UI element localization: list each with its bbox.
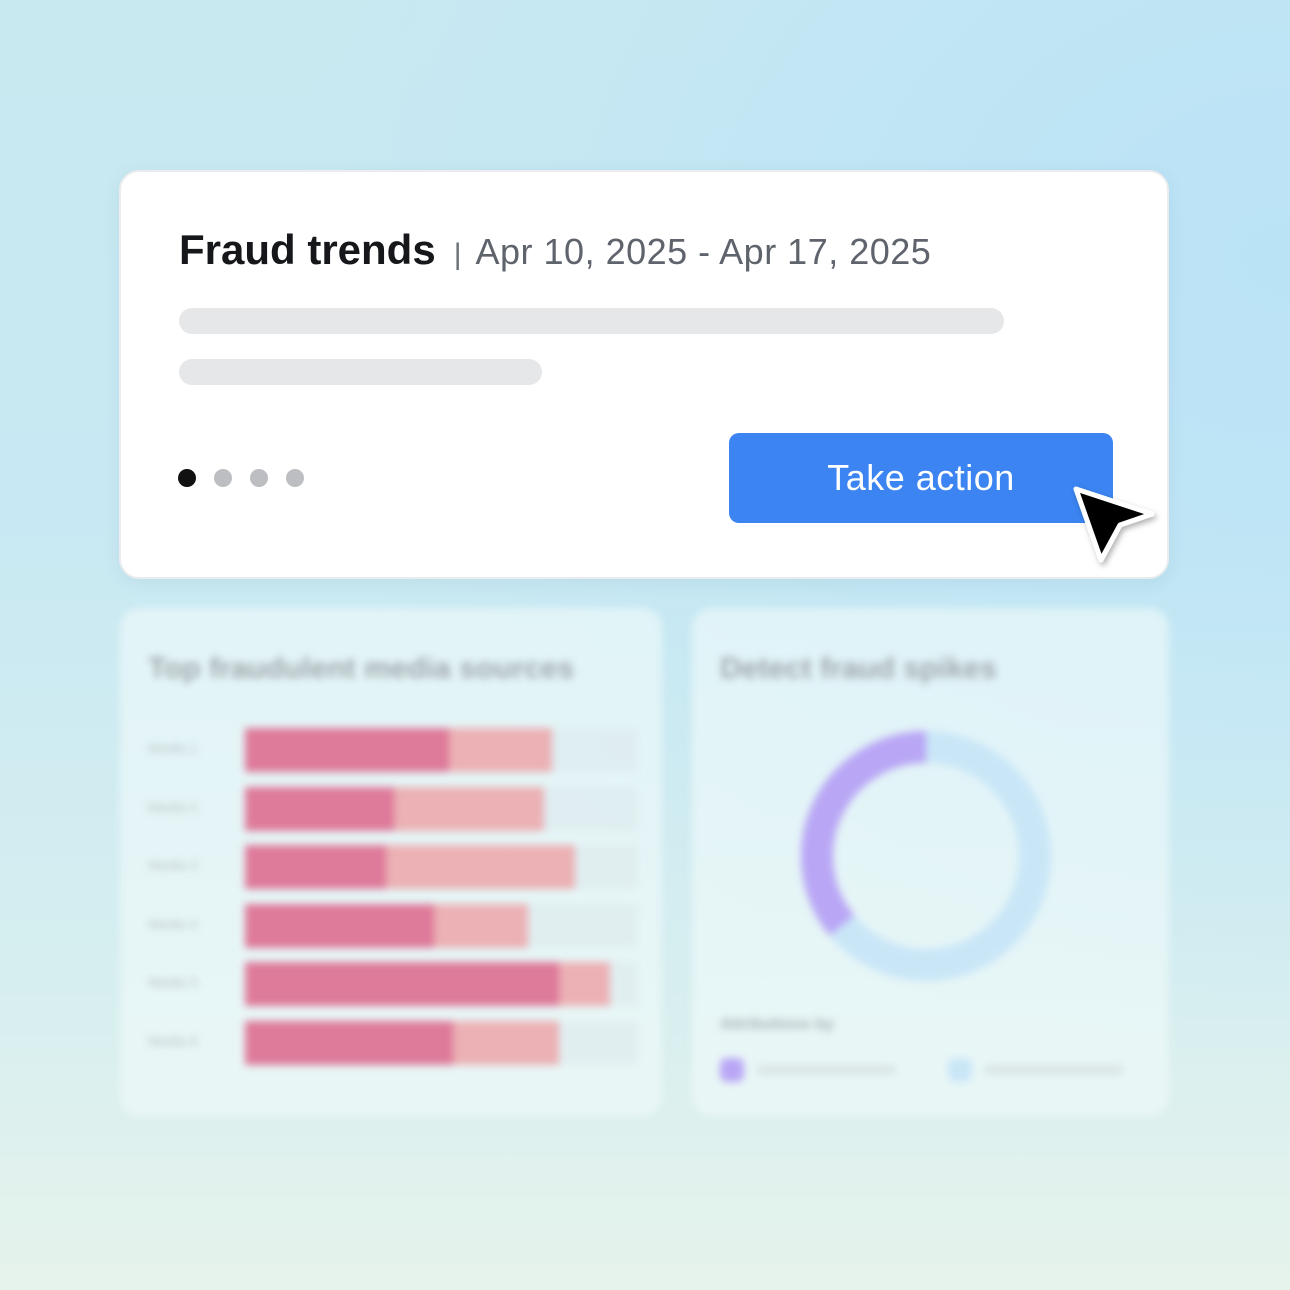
bar-category-label: Media 6 — [148, 1032, 198, 1049]
legend-placeholder-line — [756, 1065, 896, 1075]
bar-segment-primary — [245, 962, 560, 1006]
bar-segment-primary — [245, 1020, 454, 1065]
bar-segment-primary — [245, 845, 387, 889]
bar-track — [245, 1020, 638, 1065]
bar-row: Media 4 — [148, 903, 638, 950]
bar-track — [245, 786, 638, 831]
bar-segment-primary — [245, 903, 434, 948]
bar-track — [245, 962, 638, 1006]
bar-track — [245, 845, 638, 889]
text-placeholder-line — [179, 308, 1004, 334]
card-header: Fraud trends | Apr 10, 2025 - Apr 17, 20… — [179, 226, 931, 274]
bar-category-label: Media 2 — [148, 798, 198, 815]
card-title: Fraud trends — [179, 226, 436, 273]
bar-category-label: Media 3 — [148, 857, 198, 873]
media-sources-card: Top fraudulent media sources Media 1 Medi… — [120, 608, 662, 1116]
bar-row: Media 1 — [148, 728, 638, 774]
title-separator: | — [453, 238, 462, 271]
media-sources-title: Top fraudulent media sources — [148, 652, 575, 685]
fraud-spikes-title: Detect fraud spikes — [720, 652, 997, 685]
bar-segment-secondary — [559, 962, 611, 1006]
bar-row: Media 3 — [148, 845, 638, 891]
bar-track — [245, 728, 638, 772]
bar-segment-secondary — [386, 845, 576, 889]
media-sources-bar-chart: Media 1 Media 2 Media 3 Media 4 Media 5 Media… — [148, 728, 638, 1079]
bar-segment-primary — [245, 786, 395, 831]
pagination-dot[interactable] — [214, 469, 232, 487]
legend-swatch-blue — [948, 1058, 972, 1082]
bar-segment-secondary — [433, 903, 528, 948]
pagination-dot[interactable] — [250, 469, 268, 487]
text-placeholder-line — [179, 359, 542, 385]
bar-category-label: Media 5 — [148, 974, 198, 990]
pagination-dot[interactable] — [286, 469, 304, 487]
carousel-pagination — [178, 469, 304, 487]
fraud-spikes-card: Detect fraud spikes Attributions by — [692, 608, 1169, 1116]
bar-row: Media 2 — [148, 786, 638, 833]
bar-segment-secondary — [453, 1020, 560, 1065]
bar-row: Media 6 — [148, 1020, 638, 1067]
legend-swatch-purple — [720, 1058, 744, 1082]
bar-track — [245, 903, 638, 948]
fraud-trends-card: Fraud trends | Apr 10, 2025 - Apr 17, 20… — [119, 170, 1169, 579]
donut-slice-purple — [801, 731, 927, 936]
attributions-label: Attributions by — [720, 1016, 834, 1033]
bar-segment-secondary — [449, 728, 552, 772]
take-action-button[interactable]: Take action — [729, 433, 1113, 523]
bar-category-label: Media 4 — [148, 915, 198, 932]
legend-placeholder-line — [984, 1065, 1124, 1075]
date-range: Apr 10, 2025 - Apr 17, 2025 — [475, 231, 932, 272]
bar-row: Media 5 — [148, 962, 638, 1008]
legend-item — [948, 1058, 1124, 1082]
pagination-dot-active[interactable] — [178, 469, 196, 487]
bar-category-label: Media 1 — [148, 740, 198, 756]
donut-legend — [720, 1058, 1124, 1082]
bar-segment-primary — [245, 728, 450, 772]
fraud-spikes-donut-chart — [801, 731, 1051, 981]
legend-item — [720, 1058, 896, 1082]
mouse-pointer-icon — [1073, 486, 1155, 563]
bar-segment-secondary — [394, 786, 544, 831]
